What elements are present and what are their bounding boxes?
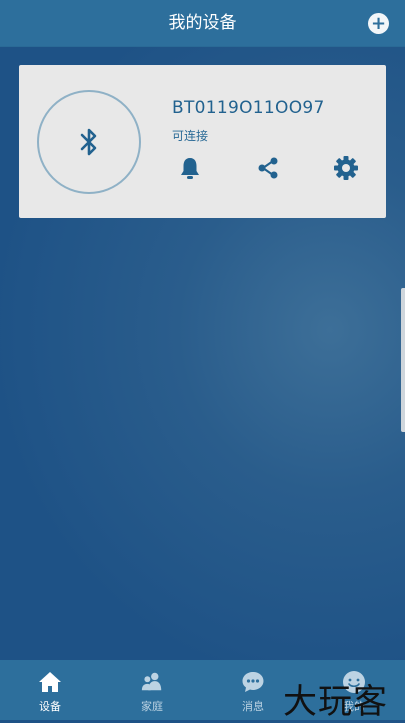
alarm-button[interactable] <box>177 155 203 181</box>
bluetooth-connect-button[interactable] <box>37 90 141 194</box>
device-name: BT0119O11OO97 <box>172 98 325 118</box>
plus-icon: + <box>370 12 387 34</box>
family-icon <box>141 672 162 691</box>
message-icon <box>242 672 264 692</box>
top-bar: 我的设备 + <box>0 0 405 47</box>
tab-label: 家庭 <box>141 700 163 713</box>
add-device-button[interactable]: + <box>368 13 389 34</box>
share-icon <box>258 157 278 179</box>
tab-messages[interactable]: 消息 <box>213 660 293 720</box>
tab-devices[interactable]: 设备 <box>10 660 90 720</box>
device-status: 可连接 <box>172 129 209 143</box>
tab-label: 设备 <box>39 700 61 713</box>
side-drawer-handle[interactable] <box>401 288 405 432</box>
page-title: 我的设备 <box>168 13 237 33</box>
settings-button[interactable] <box>333 155 359 181</box>
bell-icon <box>181 158 199 179</box>
tab-label: 消息 <box>242 700 264 713</box>
home-icon <box>39 672 61 692</box>
device-card[interactable]: BT0119O11OO97 可连接 <box>19 65 386 218</box>
bluetooth-icon <box>80 128 97 156</box>
watermark-text: 大玩客 <box>283 682 388 722</box>
share-button[interactable] <box>255 155 281 181</box>
gear-icon <box>334 156 358 180</box>
tab-family[interactable]: 家庭 <box>112 660 192 720</box>
